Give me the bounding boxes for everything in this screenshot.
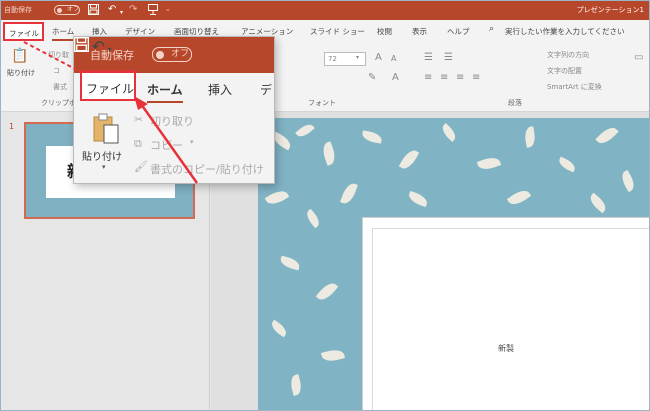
paragraph-group-label: 段落 [508,99,522,107]
leaf-decoration [288,374,304,396]
title-placeholder-frame[interactable] [362,217,650,411]
justify-icon[interactable]: ≡ [472,72,480,83]
callout-tab-home[interactable]: ホーム [147,81,183,103]
align-center-icon[interactable]: ≡ [440,72,448,83]
chevron-down-icon[interactable]: ▾ [190,138,194,146]
leaf-decoration [439,122,459,143]
leaf-decoration [406,190,430,208]
callout-tab-design[interactable]: デ [260,81,272,98]
highlight-icon[interactable]: ✎ [368,72,376,83]
autosave-toggle[interactable]: オフ [54,5,80,15]
decrease-font-icon[interactable]: A [391,54,396,63]
title-bar: 自動保存 オフ ↶ ▾ ↷ ⁼ プレゼンテーション1 [0,0,650,20]
shapes-icon[interactable]: ▭ [634,52,643,63]
leaf-decoration [295,121,315,140]
leaf-decoration [587,192,609,214]
tab-slideshow[interactable]: スライド ショー [310,26,365,37]
increase-font-icon[interactable]: A [375,52,382,63]
title-placeholder-inner [372,228,650,411]
bullets-icon[interactable]: ☰ [424,52,433,63]
tab-home[interactable]: ホーム [52,26,75,41]
slide-number: 1 [9,122,15,131]
save-icon[interactable] [74,37,92,54]
copy-label-partial[interactable]: コ [53,66,60,76]
leaf-decoration [618,169,638,193]
customize-quick-access-icon[interactable]: ⁼ [166,6,170,18]
cut-label-partial[interactable]: 切り取 [48,50,69,60]
smartart-button[interactable]: SmartArt に変換 [547,82,602,92]
clipboard-group-label: クリップボ [41,99,76,107]
numbering-icon[interactable]: ☰ [444,52,453,63]
leaf-decoration [361,130,383,144]
tab-view[interactable]: 表示 [412,26,427,37]
tab-review[interactable]: 校閲 [377,26,392,37]
paste-icon[interactable]: 📋 [11,48,28,64]
present-from-start-icon[interactable] [148,4,158,19]
leaf-decoration [398,147,420,172]
align-right-icon[interactable]: ≡ [456,72,464,83]
tell-me-input[interactable]: 実行したい作業を入力してください [505,26,625,37]
leaf-decoration [556,156,578,173]
copy-icon: ⧉ [134,137,142,150]
callout-format-painter-label[interactable]: 書式のコピー/貼り付け [150,161,264,177]
chevron-down-icon[interactable]: ▾ [356,54,359,61]
cut-icon: ✂ [134,113,144,126]
leaf-decoration [320,347,346,364]
callout-title-bar: 自動保存 オフ ↶ ▾ [74,37,274,73]
align-left-icon[interactable]: ≡ [424,72,432,83]
leaf-decoration [595,123,619,148]
slide-canvas[interactable] [258,118,650,411]
callout-cut-label[interactable]: 切り取り [150,113,194,129]
leaf-decoration [279,255,301,271]
leaf-decoration [269,319,289,338]
text-direction-button[interactable]: 文字列の方向 [547,50,589,60]
callout-autosave-label: 自動保存 [90,49,134,62]
format-painter-icon: 🖌 [134,160,148,173]
callout-paste-label[interactable]: 貼り付け [82,148,122,163]
font-color-icon[interactable]: A [392,72,399,83]
callout-toggle-label: オフ [171,49,190,59]
callout-autosave-toggle[interactable]: オフ [152,47,192,62]
font-size-field[interactable]: 72 [324,52,366,66]
toggle-knob [57,8,62,13]
zoom-callout: 自動保存 オフ ↶ ▾ ファイル ホーム 挿入 デ 貼り付け ▾ ✂ 切り取り … [73,36,275,184]
font-group-label: フォント [308,99,336,107]
callout-tab-insert[interactable]: 挿入 [208,81,232,98]
tab-file[interactable]: ファイル [3,22,44,41]
chevron-down-icon[interactable]: ▾ [120,7,123,19]
tab-help[interactable]: ヘルプ [447,26,470,37]
autosave-label: 自動保存 [4,6,32,14]
clipboard-paste-icon[interactable] [92,113,120,148]
leaf-decoration [523,126,537,148]
leaf-decoration [303,208,323,229]
paste-label[interactable]: 貼り付け [7,68,35,78]
toggle-label: オフ [67,6,80,13]
slide-title-text[interactable]: 新製 [498,343,514,354]
leaf-decoration [340,181,358,206]
leaf-decoration [476,154,502,173]
callout-tab-file[interactable]: ファイル [80,71,136,101]
redo-icon[interactable]: ↷ [129,4,137,16]
toggle-knob [156,51,164,59]
document-title: プレゼンテーション1 [576,6,644,14]
leaf-decoration [264,187,290,208]
save-icon[interactable] [88,4,99,19]
leaf-decoration [315,279,339,304]
search-icon: ⌕ [489,24,495,34]
format-painter-label-partial[interactable]: 書式 [53,82,67,92]
callout-copy-label[interactable]: コピー [150,137,183,153]
leaf-decoration [320,141,338,166]
paste-dropdown-icon[interactable]: ▾ [102,163,106,171]
leaf-decoration [506,186,532,209]
undo-icon[interactable]: ↶ [108,4,116,16]
align-text-button[interactable]: 文字の配置 [547,66,582,76]
